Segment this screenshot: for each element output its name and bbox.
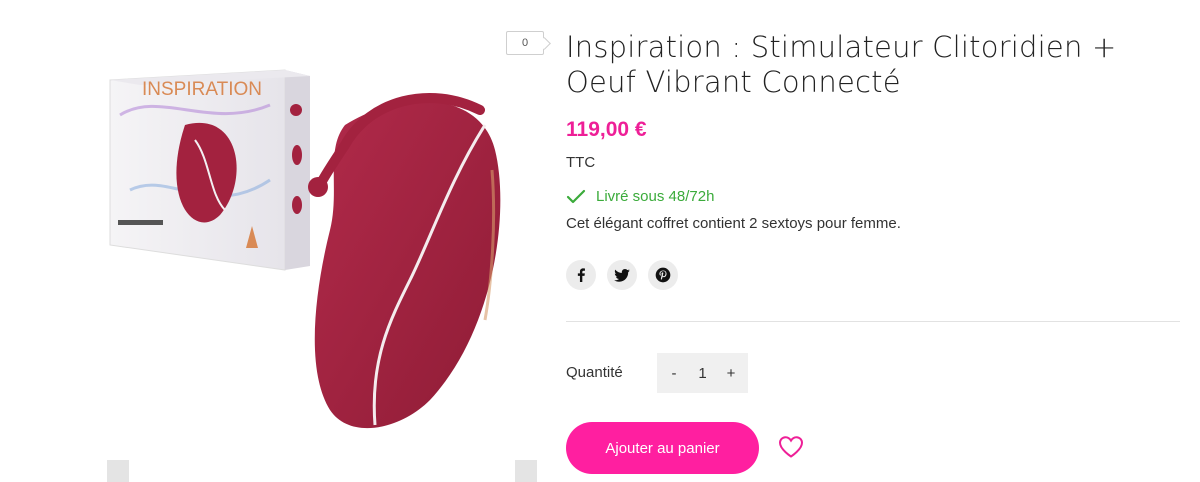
- facebook-icon: [577, 268, 585, 282]
- product-price: 119,00 €: [566, 118, 647, 141]
- gallery-next-button[interactable]: [515, 460, 537, 482]
- twitter-share-button[interactable]: [607, 260, 637, 290]
- product-image[interactable]: INSPIRATION: [100, 30, 540, 450]
- facebook-share-button[interactable]: [566, 260, 596, 290]
- tax-label: TTC: [566, 154, 596, 171]
- delivery-info: Livré sous 48/72h: [566, 188, 714, 205]
- pinterest-share-button[interactable]: [648, 260, 678, 290]
- add-to-cart-button[interactable]: Ajouter au panier: [566, 422, 759, 474]
- compare-count-badge[interactable]: 0: [506, 31, 544, 55]
- heart-icon[interactable]: [778, 435, 804, 459]
- compare-count: 0: [521, 37, 529, 49]
- gallery-prev-button[interactable]: [107, 460, 129, 482]
- pinterest-icon: [655, 267, 671, 283]
- divider: [566, 321, 1180, 322]
- product-gallery: INSPIRATION: [100, 30, 540, 482]
- checkmark-icon: [566, 189, 586, 203]
- product-title-line1: Inspiration : Stimulateur Clitoridien +: [566, 30, 1117, 64]
- quantity-stepper: - 1 +: [657, 353, 748, 393]
- twitter-icon: [614, 268, 630, 282]
- quantity-label: Quantité: [566, 364, 623, 381]
- quantity-increment-button[interactable]: +: [724, 365, 738, 382]
- delivery-text: Livré sous 48/72h: [596, 188, 715, 205]
- social-share: [566, 260, 678, 290]
- product-title-line2: Oeuf Vibrant Connecté: [566, 65, 901, 99]
- quantity-value[interactable]: 1: [698, 365, 706, 382]
- product-short-description: Cet élégant coffret contient 2 sextoys p…: [566, 215, 901, 232]
- quantity-decrement-button[interactable]: -: [667, 365, 681, 382]
- box-brand-text: INSPIRATION: [142, 79, 262, 100]
- product-title: Inspiration : Stimulateur Clitoridien + …: [566, 30, 1166, 100]
